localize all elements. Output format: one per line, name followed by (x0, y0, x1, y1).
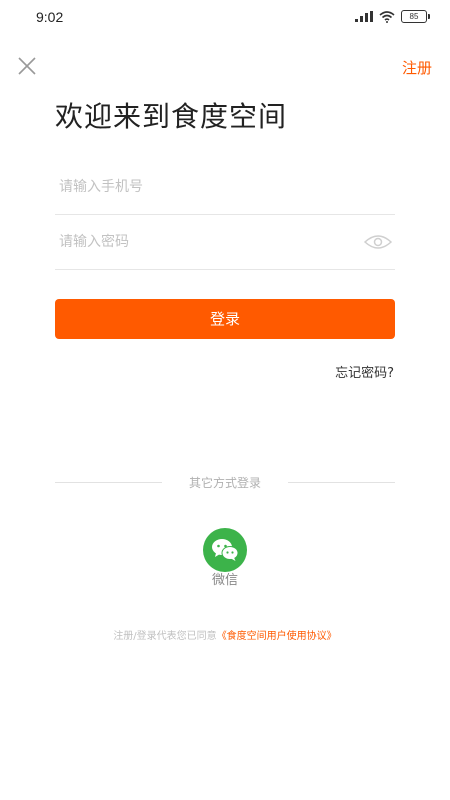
forgot-password-link[interactable]: 忘记密码? (335, 362, 394, 381)
agreement-prefix: 注册/登录代表您已同意 (113, 631, 217, 642)
wechat-login-button[interactable] (203, 528, 247, 572)
user-agreement-link[interactable]: 《食度空间用户使用协议》 (217, 631, 337, 642)
phone-field (55, 160, 395, 215)
login-button[interactable]: 登录 (55, 299, 395, 339)
eye-icon[interactable] (363, 233, 393, 251)
signal-icon (355, 11, 373, 22)
register-button[interactable]: 注册 (402, 57, 432, 78)
status-icons: 85 (355, 10, 430, 23)
close-icon (18, 57, 36, 75)
page-title: 欢迎来到食度空间 (55, 100, 288, 133)
phone-input[interactable] (59, 160, 349, 214)
close-button[interactable] (16, 55, 38, 77)
agreement-text: 注册/登录代表您已同意《食度空间用户使用协议》 (0, 627, 450, 642)
password-field (55, 215, 395, 270)
status-bar: 9:02 85 (0, 0, 450, 36)
password-input[interactable] (59, 215, 349, 269)
divider-right (288, 482, 395, 483)
battery-icon: 85 (401, 10, 430, 23)
status-time: 9:02 (36, 9, 64, 25)
wifi-icon (379, 10, 395, 23)
wechat-label: 微信 (211, 573, 238, 588)
battery-level: 85 (401, 10, 427, 23)
wechat-icon (212, 539, 239, 561)
